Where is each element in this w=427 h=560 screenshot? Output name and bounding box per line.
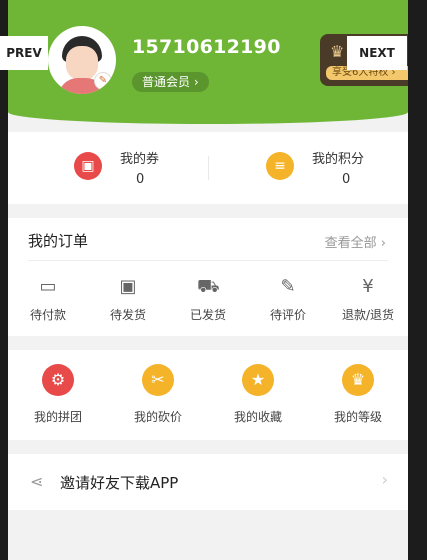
stats-panel: ▣ 我的券 0 ≡ 我的积分 0: [8, 132, 408, 204]
order-label: 已发货: [189, 308, 226, 322]
coins-icon: ≡: [266, 152, 294, 180]
refund-icon: ¥: [362, 276, 374, 297]
bargain-icon: ✂: [142, 364, 174, 396]
orders-title: 我的订单: [28, 232, 89, 250]
coupon-value: 0: [136, 172, 145, 187]
avatar[interactable]: ✎: [48, 26, 116, 94]
order-shipped[interactable]: ⛟ 已发货: [176, 276, 240, 323]
order-pending-shipment[interactable]: ▣ 待发货: [96, 276, 160, 323]
order-label: 待付款: [29, 308, 66, 322]
orders-divider: [28, 260, 388, 261]
order-label: 待评价: [269, 308, 306, 322]
tool-bargain[interactable]: ✂ 我的砍价: [118, 364, 198, 425]
tool-label: 我的等级: [333, 410, 382, 424]
order-pending-review[interactable]: ✎ 待评价: [256, 276, 320, 323]
chevron-right-icon: ›: [381, 470, 388, 489]
level-icon: ♛: [342, 364, 374, 396]
next-button[interactable]: NEXT: [347, 36, 407, 70]
order-label: 退款/退货: [341, 308, 395, 322]
invite-label: 邀请好友下载APP: [60, 474, 179, 492]
tool-favorites[interactable]: ★ 我的收藏: [218, 364, 298, 425]
share-icon: ⋖: [30, 472, 44, 491]
orders-section: 我的订单 查看全部 › ▭ 待付款 ▣ 待发货 ⛟ 已发货 ✎ 待评价 ¥ 退款…: [8, 218, 408, 336]
box-icon: ▣: [119, 276, 137, 297]
order-refund[interactable]: ¥ 退款/退货: [336, 276, 400, 323]
tools-section: ⚙ 我的拼团 ✂ 我的砍价 ★ 我的收藏 ♛ 我的等级: [8, 350, 408, 440]
edit-icon: ✎: [280, 276, 296, 297]
group-buy-icon: ⚙: [42, 364, 74, 396]
tool-group-buy[interactable]: ⚙ 我的拼团: [18, 364, 98, 425]
coupon-stat[interactable]: ▣ 我的券 0: [74, 146, 254, 190]
member-level-badge[interactable]: 普通会员 ›: [132, 72, 209, 92]
avatar-face: [66, 46, 98, 80]
order-label: 待发货: [109, 308, 146, 322]
points-label: 我的积分: [312, 152, 365, 167]
tool-label: 我的拼团: [33, 410, 82, 424]
crown-icon: ♛: [330, 42, 345, 61]
order-pending-payment[interactable]: ▭ 待付款: [16, 276, 80, 323]
coupon-label: 我的券: [120, 152, 160, 167]
favorite-icon: ★: [242, 364, 274, 396]
tool-label: 我的砍价: [133, 410, 182, 424]
invite-friends-row[interactable]: ⋖ 邀请好友下载APP ›: [8, 454, 408, 510]
coupon-icon: ▣: [74, 152, 102, 180]
prev-button[interactable]: PREV: [0, 36, 48, 70]
user-phone: 15710612190: [132, 36, 281, 58]
stats-divider: [208, 156, 209, 180]
app-screen: ✎ 15710612190 普通会员 › ♛ 享受6大特权 › ▣ 我的券 0 …: [8, 0, 408, 560]
tool-level[interactable]: ♛ 我的等级: [318, 364, 398, 425]
tool-label: 我的收藏: [233, 410, 282, 424]
points-stat[interactable]: ≡ 我的积分 0: [266, 146, 408, 190]
view-all-orders-link[interactable]: 查看全部 ›: [325, 232, 386, 251]
points-value: 0: [342, 172, 351, 187]
edit-badge-icon[interactable]: ✎: [94, 72, 112, 90]
truck-icon: ⛟: [197, 276, 220, 297]
wallet-icon: ▭: [39, 276, 57, 297]
